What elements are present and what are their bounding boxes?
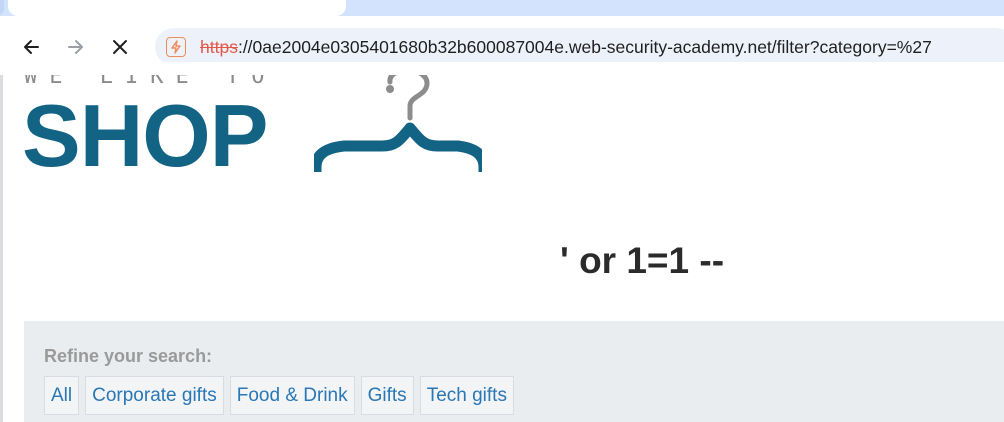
filter-link-corporate-gifts[interactable]: Corporate gifts	[85, 376, 224, 415]
page-heading: ' or 1=1 --	[560, 240, 725, 281]
filter-link-gifts[interactable]: Gifts	[360, 376, 414, 415]
forward-arrow-icon	[68, 40, 83, 54]
not-secure-icon[interactable]	[166, 37, 186, 57]
filter-list: All Corporate gifts Food & Drink Gifts T…	[44, 376, 514, 415]
window-edge	[0, 75, 3, 422]
url-path: ://0ae2004e0305401680b32b600087004e.web-…	[237, 37, 932, 57]
coat-hanger-icon	[314, 67, 482, 173]
filter-link-tech-gifts[interactable]: Tech gifts	[419, 376, 514, 415]
warning-bolt-icon	[171, 40, 181, 54]
url-scheme: https	[200, 37, 238, 57]
url-text[interactable]: https://0ae2004e0305401680b32b600087004e…	[200, 37, 932, 58]
active-tab[interactable]	[8, 0, 346, 16]
stop-loading-button[interactable]	[107, 34, 133, 60]
tab-strip	[0, 0, 1004, 16]
forward-button[interactable]	[63, 34, 89, 60]
back-button[interactable]	[18, 34, 44, 60]
logo-wordmark: SHOP	[22, 86, 268, 182]
inactive-tab[interactable]	[0, 0, 4, 16]
filter-link-food-drink[interactable]: Food & Drink	[229, 376, 355, 415]
back-arrow-icon	[24, 40, 39, 54]
filter-title: Refine your search:	[44, 346, 213, 366]
viewport-top-clip	[0, 62, 1004, 75]
address-bar[interactable]: https://0ae2004e0305401680b32b600087004e…	[155, 28, 1004, 66]
filter-link-all[interactable]: All	[44, 376, 80, 415]
site-logo[interactable]: WE LIKE TO SHOP	[22, 62, 482, 182]
filter-panel: Refine your search: All Corporate gifts …	[24, 321, 1004, 422]
stop-loading-icon	[113, 40, 127, 54]
